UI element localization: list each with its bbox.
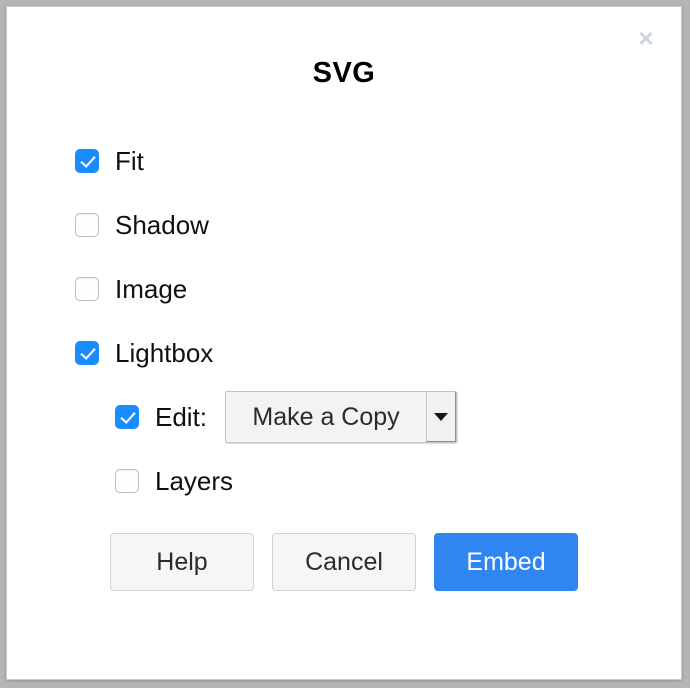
checkbox-lightbox[interactable] xyxy=(75,341,99,365)
checkbox-image[interactable] xyxy=(75,277,99,301)
chevron-down-icon xyxy=(434,412,449,421)
close-icon[interactable]: × xyxy=(633,25,659,51)
option-row-fit[interactable]: Fit xyxy=(75,129,635,193)
option-label-layers: Layers xyxy=(155,465,234,496)
option-row-image[interactable]: Image xyxy=(75,257,635,321)
option-label-edit: Edit: xyxy=(155,401,208,432)
cancel-button[interactable]: Cancel xyxy=(272,533,416,591)
checkbox-fit[interactable] xyxy=(75,149,99,173)
edit-mode-select-value: Make a Copy xyxy=(252,402,400,431)
option-row-shadow[interactable]: Shadow xyxy=(75,193,635,257)
dialog-actions: Help Cancel Embed xyxy=(7,533,681,591)
option-label-shadow: Shadow xyxy=(115,209,209,240)
option-row-layers[interactable]: Layers xyxy=(115,449,635,513)
option-label-image: Image xyxy=(115,273,188,304)
checkbox-layers[interactable] xyxy=(115,469,139,493)
checkbox-edit[interactable] xyxy=(115,405,139,429)
help-button[interactable]: Help xyxy=(110,533,254,591)
option-label-lightbox: Lightbox xyxy=(115,337,214,368)
edit-mode-select[interactable]: Make a Copy xyxy=(225,391,458,443)
page-title: SVG xyxy=(312,57,376,89)
checkbox-shadow[interactable] xyxy=(75,213,99,237)
options-list: Fit Shadow Image Lightbox Edit: Make a C… xyxy=(75,129,635,513)
option-row-edit[interactable]: Edit: Make a Copy xyxy=(115,385,635,449)
svg-embed-dialog: × SVG Fit Shadow Image Lightbox Edit: Ma… xyxy=(6,6,682,680)
option-label-fit: Fit xyxy=(115,145,144,176)
option-row-lightbox[interactable]: Lightbox xyxy=(75,321,635,385)
edit-mode-select-arrow-button[interactable] xyxy=(426,392,457,442)
embed-button[interactable]: Embed xyxy=(434,533,578,591)
